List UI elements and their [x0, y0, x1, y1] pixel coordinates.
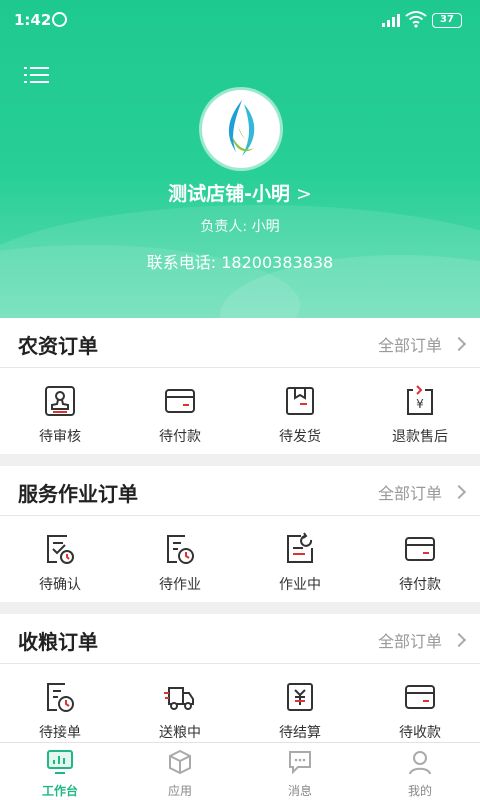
store-name-link[interactable]: 测试店铺-小明 >: [0, 179, 480, 206]
card-icon: [165, 389, 195, 413]
profile-header: 1:42 37 测试店铺-小明 > 负责人: 小明 联系电话: 18200383…: [0, 0, 480, 318]
manager-label: 负责人:: [200, 219, 248, 235]
order-status-refund[interactable]: ¥ 退款售后: [360, 368, 480, 454]
order-status-pending-settle[interactable]: 待结算: [240, 664, 360, 750]
all-orders-label: 全部订单: [377, 632, 442, 651]
chevron-right-icon: [451, 632, 467, 648]
wifi-icon: [405, 11, 427, 28]
status-bar: 1:42 37: [0, 0, 480, 42]
tab-mine[interactable]: 我的: [360, 743, 480, 800]
order-status-pending-accept[interactable]: 待接单: [0, 664, 120, 750]
stamp-icon: [45, 386, 75, 416]
message-icon: [289, 751, 311, 775]
battery-indicator: 37: [432, 13, 462, 28]
phone-info: 联系电话: 18200383838: [0, 249, 480, 273]
item-label: 待收款: [399, 725, 441, 741]
item-label: 作业中: [279, 577, 321, 593]
user-icon: [409, 751, 431, 775]
phone-number: 18200383838: [221, 253, 334, 272]
settle-icon: [287, 683, 313, 711]
store-logo[interactable]: [202, 90, 280, 168]
card-icon: [405, 685, 435, 709]
clock-doc-icon: [167, 535, 194, 564]
section-title: 服务作业订单: [18, 482, 138, 506]
tab-messages[interactable]: 消息: [240, 743, 360, 800]
all-orders-link[interactable]: 全部订单: [377, 332, 467, 356]
bottom-tab-bar: 工作台 应用 消息 我的: [0, 742, 480, 800]
all-orders-link[interactable]: 全部订单: [377, 628, 467, 652]
store-name: 测试店铺-小明: [168, 183, 290, 205]
order-status-pending-payment[interactable]: 待付款: [360, 516, 480, 602]
dashboard-icon: [47, 750, 73, 774]
item-label: 待结算: [279, 725, 321, 741]
item-label: 待审核: [39, 429, 81, 445]
section-header: 收粮订单 全部订单: [0, 614, 480, 664]
item-label: 待付款: [159, 429, 201, 445]
agri-order-section: 农资订单 全部订单 待审核 待付款 待发货 ¥ 退款售后: [0, 318, 480, 454]
item-label: 待接单: [39, 725, 81, 741]
order-status-delivering[interactable]: 送粮中: [120, 664, 240, 750]
service-order-section: 服务作业订单 全部订单 待确认 待作业 作业中 待付款: [0, 466, 480, 602]
chevron-right-icon: >: [295, 183, 312, 205]
chevron-right-icon: [451, 336, 467, 352]
signal-icon: [382, 13, 400, 27]
refund-icon: ¥: [407, 385, 433, 415]
order-status-pending-payment[interactable]: 待付款: [120, 368, 240, 454]
order-status-pending-review[interactable]: 待审核: [0, 368, 120, 454]
all-orders-label: 全部订单: [377, 484, 442, 503]
in-progress-icon: [287, 532, 313, 563]
tab-apps[interactable]: 应用: [120, 743, 240, 800]
order-status-in-progress[interactable]: 作业中: [240, 516, 360, 602]
menu-list-icon[interactable]: [24, 66, 50, 86]
dnd-icon: [52, 12, 67, 27]
section-header: 农资订单 全部订单: [0, 318, 480, 368]
tab-label: 我的: [407, 784, 432, 798]
item-label: 待付款: [399, 577, 441, 593]
card-icon: [405, 537, 435, 561]
chevron-right-icon: [451, 484, 467, 500]
all-orders-link[interactable]: 全部订单: [377, 480, 467, 504]
all-orders-label: 全部订单: [377, 336, 442, 355]
item-label: 送粮中: [159, 725, 201, 741]
section-header: 服务作业订单 全部订单: [0, 466, 480, 516]
item-label: 待确认: [39, 577, 81, 593]
order-status-pending-shipment[interactable]: 待发货: [240, 368, 360, 454]
clock-doc-icon: [47, 683, 74, 712]
svg-text:¥: ¥: [416, 397, 424, 411]
item-label: 待作业: [159, 577, 201, 593]
tab-label: 消息: [287, 784, 312, 798]
item-label: 退款售后: [392, 429, 448, 445]
package-icon: [286, 387, 314, 415]
order-status-pending-confirm[interactable]: 待确认: [0, 516, 120, 602]
status-time: 1:42: [14, 11, 52, 29]
tab-workbench[interactable]: 工作台: [0, 743, 120, 800]
phone-label: 联系电话:: [146, 253, 217, 272]
confirm-icon: [47, 535, 74, 564]
section-title: 农资订单: [18, 334, 98, 358]
order-status-pending-work[interactable]: 待作业: [120, 516, 240, 602]
item-label: 待发货: [279, 429, 321, 445]
grain-order-section: 收粮订单 全部订单 待接单 送粮中 待结算 待收款: [0, 614, 480, 750]
order-status-pending-receipt[interactable]: 待收款: [360, 664, 480, 750]
truck-icon: [164, 687, 194, 710]
tab-label: 工作台: [41, 784, 78, 798]
cube-icon: [169, 749, 191, 775]
section-title: 收粮订单: [18, 630, 98, 654]
manager-name: 小明: [251, 219, 280, 235]
tab-label: 应用: [167, 784, 192, 798]
manager-info: 负责人: 小明: [0, 216, 480, 236]
